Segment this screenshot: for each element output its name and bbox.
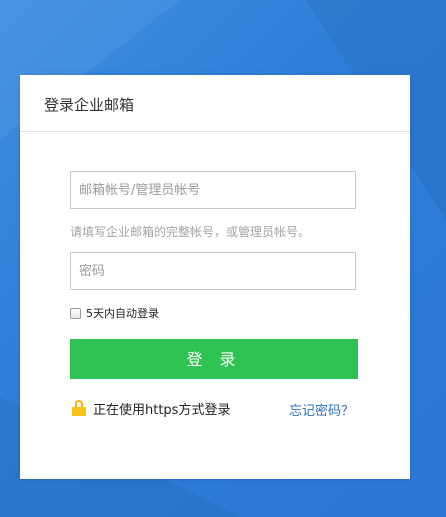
forgot-password-link[interactable]: 忘记密码？ xyxy=(289,400,354,419)
account-input[interactable] xyxy=(71,172,355,208)
login-card-header: 登录企业邮箱 xyxy=(20,75,410,132)
https-status: 正在使用https方式登录 xyxy=(72,399,231,418)
remember-login-option[interactable]: 5天内自动登录 xyxy=(70,306,159,320)
password-field[interactable] xyxy=(70,252,356,290)
password-input[interactable] xyxy=(71,253,355,289)
login-card: 登录企业邮箱 请填写企业邮箱的完整帐号，或管理员帐号。 5天内自动登录 登 录 … xyxy=(20,75,410,479)
remember-login-label[interactable]: 5天内自动登录 xyxy=(86,305,159,321)
remember-login-checkbox[interactable] xyxy=(70,307,81,319)
https-status-text: 正在使用https方式登录 xyxy=(93,402,231,418)
account-field[interactable] xyxy=(70,171,356,209)
login-button[interactable]: 登 录 xyxy=(70,339,358,379)
lock-icon xyxy=(72,400,86,416)
account-hint: 请填写企业邮箱的完整帐号，或管理员帐号。 xyxy=(70,225,311,239)
login-title: 登录企业邮箱 xyxy=(44,96,135,114)
